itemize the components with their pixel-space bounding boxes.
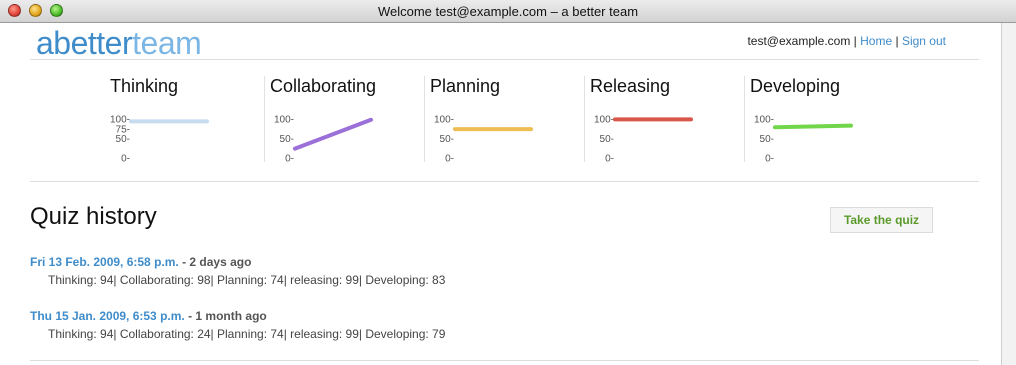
metric-chart: 100- 50- 0- (434, 115, 533, 165)
quiz-scores: Thinking: 94| Collaborating: 98| Plannin… (48, 273, 446, 287)
home-link[interactable]: Home (860, 34, 892, 48)
window-scroll-edge (1001, 23, 1016, 365)
axis-tick-label: 50- (600, 134, 614, 145)
header-divider (30, 59, 979, 60)
axis-tick-label: 100- (754, 115, 774, 126)
axis-tick-label: 100- (594, 115, 614, 126)
axis-tick-label: 0- (605, 154, 614, 165)
site-logo[interactable]: abetterteam (36, 24, 202, 62)
metric-chart: 100-75-50-0- (110, 115, 209, 165)
sign-out-link[interactable]: Sign out (902, 34, 946, 48)
trend-line (773, 123, 853, 130)
axis-tick-label: 50- (440, 134, 454, 145)
quiz-history-entry: Fri 13 Feb. 2009, 6:58 p.m. - 2 days ago… (30, 255, 445, 287)
axis-tick-label: 0- (121, 154, 130, 165)
axis-tick-label: 100- (434, 115, 454, 126)
axis-tick-label: 50- (280, 134, 294, 145)
metric-planning: Planning 100- 50- 0- (424, 76, 584, 166)
axis-tick-label: 100- (274, 115, 294, 126)
metric-chart: 100- 50- 0- (594, 115, 693, 165)
metric-chart: 100- 50- 0- (754, 115, 853, 165)
window-title: Welcome test@example.com – a better team (377, 4, 639, 19)
metrics-divider (30, 181, 979, 182)
axis-tick-label: 50- (116, 134, 130, 145)
axis-tick-label: 0- (445, 154, 454, 165)
quiz-history-title: Quiz history (30, 203, 157, 230)
take-quiz-button[interactable]: Take the quiz (830, 207, 933, 233)
axis-tick-label: 0- (285, 154, 294, 165)
metric-developing: Developing 100- 50- 0- (744, 76, 904, 166)
metric-title: Collaborating (270, 76, 377, 96)
axis-tick-label: 0- (765, 154, 774, 165)
trend-line (293, 117, 373, 151)
logo-team: team (132, 25, 202, 61)
metric-title: Thinking (110, 76, 179, 96)
quiz-relative-time: - 1 month ago (184, 309, 267, 323)
quiz-history-entry: Thu 15 Jan. 2009, 6:53 p.m. - 1 month ag… (30, 309, 445, 341)
user-nav: test@example.com | Home | Sign out (747, 34, 946, 48)
nav-separator: | (850, 34, 861, 48)
metric-releasing: Releasing 100- 50- 0- (584, 76, 744, 166)
footer-divider (30, 360, 979, 361)
window-titlebar: Welcome test@example.com – a better team (0, 0, 1016, 23)
metric-chart: 100- 50- 0- (274, 115, 373, 165)
quiz-date-link[interactable]: Thu 15 Jan. 2009, 6:53 p.m. (30, 309, 185, 323)
quiz-scores: Thinking: 94| Collaborating: 24| Plannin… (48, 327, 446, 341)
metric-thinking: Thinking 100- 75- 50- 0- (100, 76, 260, 166)
metric-title: Releasing (590, 76, 671, 96)
quiz-date-link[interactable]: Fri 13 Feb. 2009, 6:58 p.m. (30, 255, 179, 269)
quiz-relative-time: - 2 days ago (178, 255, 252, 269)
user-email: test@example.com (747, 34, 851, 48)
metric-title: Developing (750, 76, 841, 96)
metric-collaborating: Collaborating 100- 50- 0- (264, 76, 424, 166)
axis-tick-label: 50- (760, 134, 774, 145)
logo-abetter: abetter (36, 25, 133, 61)
metric-title: Planning (430, 76, 501, 96)
